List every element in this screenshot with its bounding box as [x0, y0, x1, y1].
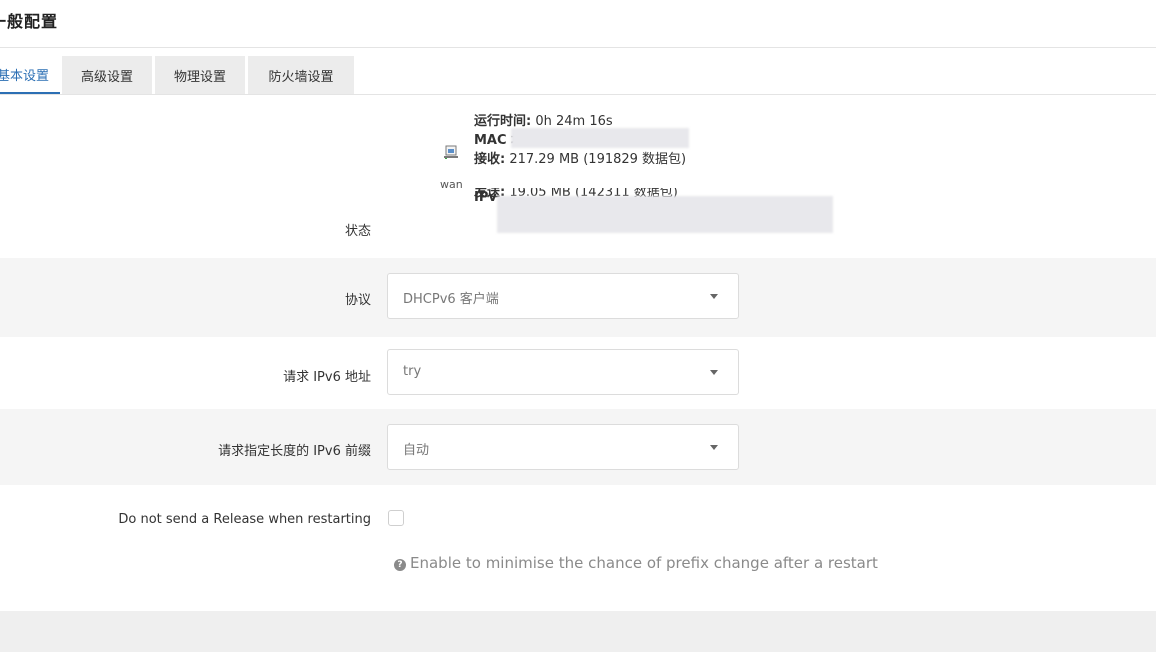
title-divider — [0, 47, 1156, 48]
network-port-icon — [444, 145, 458, 159]
no-release-hint-text: Enable to minimise the chance of prefix … — [410, 554, 878, 572]
uptime-key: 运行时间: — [474, 114, 532, 129]
request-ipv6-select[interactable]: try — [387, 349, 739, 395]
protocol-label: 协议 — [344, 293, 371, 308]
prefix-length-select[interactable]: 自动 — [387, 424, 739, 470]
status-label: 状态 — [344, 224, 371, 239]
rx-key: 接收: — [474, 152, 506, 167]
no-release-checkbox[interactable] — [388, 510, 404, 526]
protocol-row: 协议 DHCPv6 客户端 — [0, 258, 1156, 337]
tab-firewall-settings[interactable]: 防火墙设置 — [248, 56, 354, 94]
no-release-hint: ? Enable to minimise the chance of prefix… — [394, 554, 878, 572]
redacted-ipv6-address — [497, 196, 833, 233]
status-row: 状态 wan 运行时间: 0h 24m 16s MAC 地 接收: 217.29… — [0, 96, 1156, 242]
footer-band — [0, 611, 1156, 652]
tab-basic-settings[interactable]: 基本设置 — [0, 56, 60, 94]
request-ipv6-value: try — [403, 364, 422, 379]
request-ipv6-row: 请求 IPv6 地址 try — [0, 337, 1156, 409]
uptime-value: 0h 24m 16s — [535, 114, 613, 129]
tab-advanced-settings[interactable]: 高级设置 — [62, 56, 152, 94]
chevron-down-icon — [710, 445, 718, 450]
tab-physical-settings[interactable]: 物理设置 — [155, 56, 245, 94]
interface-name: wan — [440, 178, 463, 191]
question-circle-icon: ? — [394, 559, 406, 571]
section-title: 一般配置 — [0, 12, 59, 31]
prefix-length-label: 请求指定长度的 IPv6 前缀 — [218, 444, 371, 459]
request-ipv6-label: 请求 IPv6 地址 — [283, 370, 371, 385]
chevron-down-icon — [710, 294, 718, 299]
interface-config-page: 一般配置 基本设置 高级设置 物理设置 防火墙设置 状态 wan 运行时间: 0… — [0, 0, 1156, 652]
no-release-row: Do not send a Release when restarting ? E… — [0, 485, 1156, 595]
protocol-value: DHCPv6 客户端 — [403, 292, 499, 307]
redacted-mac-address — [511, 128, 689, 148]
rx-value: 217.29 MB (191829 数据包) — [509, 152, 687, 167]
tab-divider — [0, 94, 1156, 95]
prefix-length-value: 自动 — [403, 443, 430, 458]
protocol-select[interactable]: DHCPv6 客户端 — [387, 273, 739, 319]
no-release-label: Do not send a Release when restarting — [118, 512, 371, 527]
chevron-down-icon — [710, 370, 718, 375]
prefix-length-row: 请求指定长度的 IPv6 前缀 自动 — [0, 409, 1156, 485]
